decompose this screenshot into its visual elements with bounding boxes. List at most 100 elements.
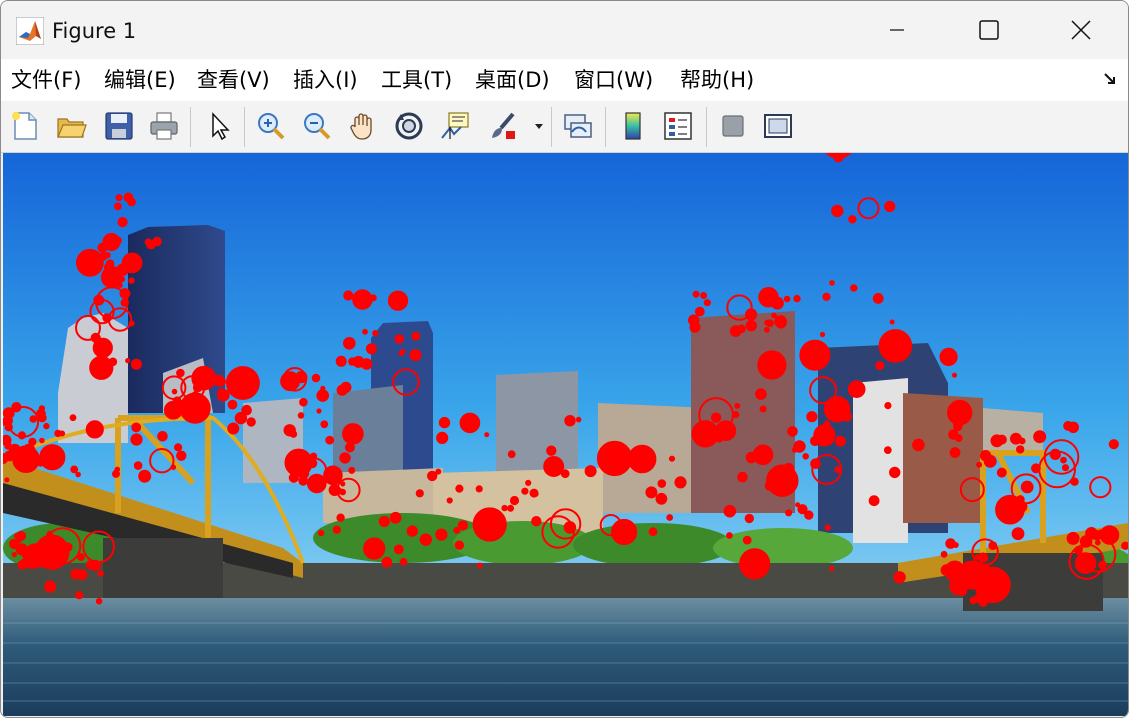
feature-marker [888,353,898,363]
feature-marker [666,514,674,521]
minimize-button[interactable] [851,1,943,59]
feature-marker [438,416,451,429]
feature-marker [774,315,787,328]
feature-marker [802,453,810,460]
feature-marker [97,570,104,577]
feature-marker [787,426,798,437]
menu-insert[interactable]: 插入(I) [293,65,358,95]
edit-plot-button[interactable] [201,108,237,144]
feature-marker [389,511,402,524]
feature-marker [745,319,757,332]
insert-legend-icon [664,112,692,140]
show-plot-tools-button[interactable] [760,108,796,144]
new-figure-button[interactable] [7,108,43,144]
feature-marker [339,452,351,464]
figure-axes[interactable] [3,153,1128,716]
feature-marker [543,456,565,477]
feature-marker [485,527,495,538]
toolbar-separator [551,107,552,147]
feature-marker [793,440,806,453]
open-file-button[interactable] [53,108,89,144]
zoom-in-icon [258,113,285,140]
feature-marker [764,319,771,326]
feature-marker [102,313,112,323]
feature-marker [455,484,464,493]
feature-marker [115,194,123,202]
feature-marker [336,513,345,522]
feature-marker [884,200,896,213]
menu-desktop[interactable]: 桌面(D) [475,65,550,95]
feature-marker [363,537,386,560]
feature-marker [611,518,638,546]
insert-colorbar-button[interactable] [615,108,651,144]
feature-marker [1033,430,1047,444]
toolbar-separator [706,107,707,147]
show-plot-tools-icon [764,114,792,138]
feature-marker [394,334,404,344]
feature-marker [393,544,404,555]
feature-marker [372,330,379,337]
zoom-out-button[interactable] [299,108,335,144]
feature-marker [912,438,925,452]
menu-view[interactable]: 查看(V) [197,65,270,95]
feature-marker [289,430,298,438]
feature-marker [755,388,767,400]
feature-marker [771,312,777,319]
feature-marker [501,504,508,512]
feature-marker [365,343,377,355]
feature-marker [694,306,705,317]
rotate-3d-button[interactable] [391,108,427,144]
feature-marker [130,358,142,370]
feature-marker [1094,539,1101,546]
feature-marker [54,429,62,438]
brush-dropdown-button[interactable] [529,108,549,144]
brush-button[interactable] [485,108,521,144]
print-button[interactable] [146,108,182,144]
feature-marker [378,515,390,528]
feature-marker [381,556,393,568]
feature-marker [1060,456,1067,464]
feature-marker [454,540,464,550]
menu-file[interactable]: 文件(F) [11,65,81,95]
feature-marker [969,596,977,605]
feature-marker [435,528,448,541]
menu-window[interactable]: 窗口(W) [574,65,653,95]
zoom-in-button[interactable] [253,108,289,144]
data-cursor-button[interactable] [437,108,473,144]
feature-marker [117,282,123,288]
print-icon [150,112,178,140]
save-button[interactable] [101,108,137,144]
feature-marker [1061,464,1070,472]
feature-marker [37,413,47,423]
feature-marker [76,248,104,277]
feature-marker [1016,445,1025,454]
feature-marker [457,520,468,531]
insert-legend-button[interactable] [660,108,696,144]
feature-marker [793,294,801,303]
title-bar[interactable]: Figure 1 [1,1,1128,59]
feature-marker [75,471,81,478]
feature-marker [144,238,152,246]
feature-marker [176,450,187,461]
close-button[interactable] [1035,1,1127,59]
feature-marker [939,347,958,366]
menu-tools[interactable]: 工具(T) [381,65,452,95]
feature-marker [192,382,203,393]
feature-marker [703,299,711,307]
hide-plot-tools-button[interactable] [715,108,751,144]
feature-marker [868,495,880,507]
menu-edit[interactable]: 编辑(E) [104,65,176,95]
open-file-icon [57,118,87,138]
pan-button[interactable] [345,108,381,144]
image-display[interactable] [3,153,1128,716]
feature-marker [70,465,79,474]
feature-marker [128,277,135,284]
maximize-button[interactable] [943,1,1035,59]
feature-marker [655,492,668,505]
feature-marker [217,388,230,402]
feature-marker [131,422,142,433]
menu-help[interactable]: 帮助(H) [680,65,754,95]
link-plot-button[interactable] [560,108,596,144]
feature-marker [564,415,576,427]
dock-figure-icon[interactable] [1102,71,1118,87]
